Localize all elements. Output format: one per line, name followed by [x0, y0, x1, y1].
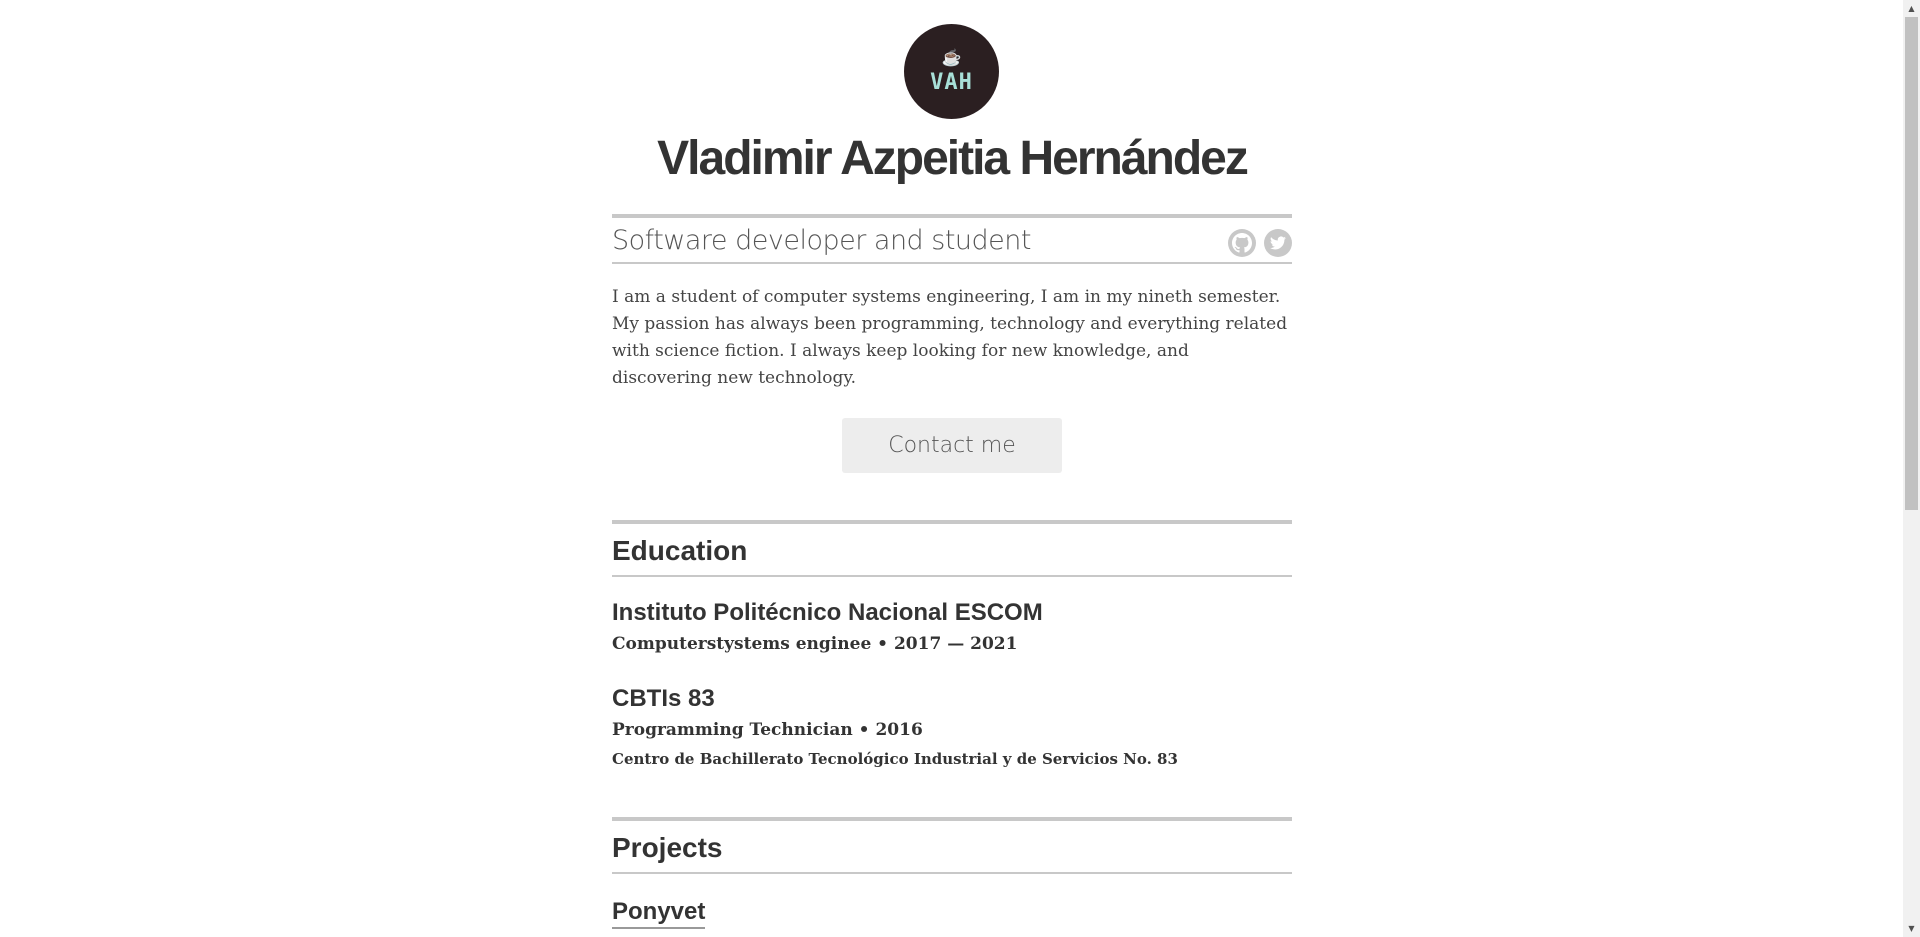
social-links: [1228, 229, 1292, 257]
education-title: Education: [612, 535, 748, 566]
education-item: Instituto Politécnico Nacional ESCOM Com…: [612, 598, 1292, 656]
projects-header: Projects: [612, 817, 1292, 874]
coffee-cup-icon: ☕: [941, 49, 962, 67]
education-header: Education: [612, 520, 1292, 577]
page: ☕ VAH Vladimir Azpeitia Hernández Softwa…: [0, 0, 1920, 937]
page-title: Vladimir Azpeitia Hernández: [657, 132, 1249, 185]
education-item-meta: Computerstystems enginee • 2017 — 2021: [612, 634, 1018, 654]
education-item-meta: Programming Technician • 2016: [612, 720, 923, 740]
scrollbar-thumb[interactable]: [1905, 17, 1918, 510]
twitter-icon[interactable]: [1264, 229, 1292, 257]
education-item: CBTIs 83 Programming Technician • 2016 C…: [612, 684, 1292, 770]
education-item-title: CBTIs 83: [612, 685, 715, 712]
scroll-down-arrow-icon[interactable]: ▼: [1903, 920, 1920, 937]
projects-title: Projects: [612, 832, 723, 863]
education-item-description: Centro de Bachillerato Tecnológico Indus…: [612, 750, 1178, 768]
education-item-title: Instituto Politécnico Nacional ESCOM: [612, 599, 1043, 626]
bio-text: I am a student of computer systems engin…: [612, 287, 1288, 388]
avatar-initials: VAH: [930, 69, 973, 95]
github-icon[interactable]: [1228, 229, 1256, 257]
project-link-ponyvet[interactable]: Ponyvet: [612, 897, 706, 929]
scroll-up-arrow-icon[interactable]: ▲: [1903, 0, 1920, 17]
avatar: ☕ VAH: [904, 24, 999, 119]
tagline: Software developer and student: [612, 225, 1032, 256]
vertical-scrollbar[interactable]: ▲ ▼: [1903, 0, 1920, 937]
tagline-bar: Software developer and student: [612, 214, 1292, 264]
contact-button[interactable]: Contact me: [842, 418, 1062, 473]
